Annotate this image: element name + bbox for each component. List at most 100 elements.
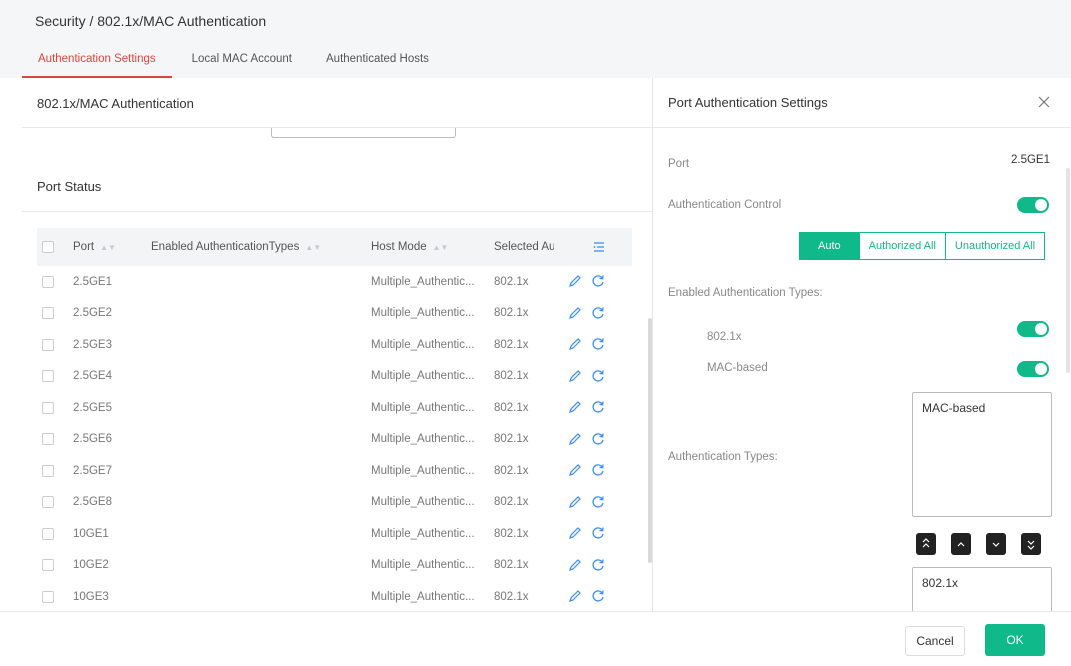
sort-icon: ▲▼ [100,243,116,252]
refresh-icon[interactable] [590,431,606,447]
cell-selected: 802.1x [494,338,529,351]
table-row[interactable]: 10GE2 Multiple_Authentic... 802.1x [37,550,632,582]
row-checkbox[interactable] [42,338,54,351]
select-all-checkbox[interactable] [42,241,54,253]
row-checkbox[interactable] [42,433,54,446]
cell-selected: 802.1x [494,527,529,540]
auth-types-available-list[interactable]: MAC-based [912,392,1052,517]
cell-port: 2.5GE4 [73,370,112,383]
table-row[interactable]: 2.5GE6 Multiple_Authentic... 802.1x [37,424,632,456]
tab-local-mac-account[interactable]: Local MAC Account [172,46,310,78]
list-item[interactable]: 802.1x [922,576,1042,590]
drawer-scrollbar[interactable] [1066,168,1070,373]
port-authentication-drawer: Port Authentication Settings Port 2.5GE1… [652,78,1071,666]
auth-types-label: Authentication Types: [668,451,778,463]
move-up-icon[interactable] [951,533,971,555]
auto-option[interactable]: Auto [799,232,860,260]
table-row[interactable]: 2.5GE3 Multiple_Authentic... 802.1x [37,329,632,361]
footer: Cancel OK [0,611,1071,666]
table-row[interactable]: 2.5GE4 Multiple_Authentic... 802.1x [37,361,632,393]
row-checkbox[interactable] [42,275,54,288]
refresh-icon[interactable] [590,399,606,415]
row-checkbox[interactable] [42,370,54,383]
edit-icon[interactable] [567,525,583,541]
table-row[interactable]: 2.5GE1 Multiple_Authentic... 802.1x [37,266,632,298]
cell-host-mode: Multiple_Authentic... [371,464,475,477]
header-port[interactable]: Port ▲▼ [73,241,116,253]
table-row[interactable]: 2.5GE8 Multiple_Authentic... 802.1x [37,487,632,519]
cell-selected: 802.1x [494,464,529,477]
cell-host-mode: Multiple_Authentic... [371,590,475,603]
cell-port: 2.5GE5 [73,401,112,414]
unauthorized-all-option[interactable]: Unauthorized All [945,232,1046,260]
edit-icon[interactable] [567,431,583,447]
refresh-icon[interactable] [590,588,606,604]
refresh-icon[interactable] [590,305,606,321]
type-8021x-toggle[interactable] [1017,321,1049,337]
edit-icon[interactable] [567,399,583,415]
cell-port: 10GE2 [73,559,109,572]
header-host-mode[interactable]: Host Mode ▲▼ [371,241,471,253]
table-row[interactable]: 2.5GE7 Multiple_Authentic... 802.1x [37,455,632,487]
row-checkbox[interactable] [42,464,54,477]
refresh-icon[interactable] [590,462,606,478]
tab-authenticated-hosts[interactable]: Authenticated Hosts [310,46,445,78]
close-icon[interactable] [1037,95,1051,109]
table-row[interactable]: 10GE1 Multiple_Authentic... 802.1x [37,518,632,550]
cell-selected: 802.1x [494,496,529,509]
edit-icon[interactable] [567,336,583,352]
authorized-all-option[interactable]: Authorized All [859,232,946,260]
auth-control-label: Authentication Control [668,199,782,211]
enabled-types-label: Enabled Authentication Types: [668,287,823,299]
partial-input-field[interactable] [271,128,456,138]
row-checkbox[interactable] [42,527,54,540]
table-row[interactable]: 2.5GE2 Multiple_Authentic... 802.1x [37,298,632,330]
tab-authentication-settings[interactable]: Authentication Settings [22,46,172,78]
cell-selected: 802.1x [494,590,529,603]
cell-port: 10GE1 [73,527,109,540]
table-row[interactable]: 2.5GE5 Multiple_Authentic... 802.1x [37,392,632,424]
cell-host-mode: Multiple_Authentic... [371,307,475,320]
edit-icon[interactable] [567,557,583,573]
edit-icon[interactable] [567,494,583,510]
cancel-button[interactable]: Cancel [905,626,965,656]
move-top-icon[interactable] [916,533,936,555]
table-body: 2.5GE1 Multiple_Authentic... 802.1x 2.5GE2 M… [37,266,632,613]
edit-icon[interactable] [567,368,583,384]
edit-icon[interactable] [567,273,583,289]
type-mac-toggle[interactable] [1017,361,1049,377]
edit-icon[interactable] [567,588,583,604]
edit-icon[interactable] [567,305,583,321]
refresh-icon[interactable] [590,368,606,384]
refresh-icon[interactable] [590,525,606,541]
edit-icon[interactable] [567,462,583,478]
row-checkbox[interactable] [42,401,54,414]
refresh-icon[interactable] [590,494,606,510]
type-8021x-label: 802.1x [707,331,742,343]
cell-host-mode: Multiple_Authentic... [371,338,475,351]
ok-button[interactable]: OK [985,624,1045,656]
header-selected[interactable]: Selected Au [494,241,554,253]
row-checkbox[interactable] [42,590,54,603]
left-panel: 802.1x/MAC Authentication Port Status Po… [22,78,652,666]
refresh-icon[interactable] [590,273,606,289]
cell-selected: 802.1x [494,307,529,320]
table-row[interactable]: 10GE3 Multiple_Authentic... 802.1x [37,581,632,613]
column-settings-icon[interactable] [592,240,606,254]
cell-host-mode: Multiple_Authentic... [371,496,475,509]
refresh-icon[interactable] [590,557,606,573]
row-checkbox[interactable] [42,496,54,509]
sort-icon: ▲▼ [432,243,449,252]
top-bar: Security / 802.1x/MAC Authentication Aut… [0,0,1071,78]
auth-types-selected-list[interactable]: 802.1x [912,567,1052,617]
move-bottom-icon[interactable] [1021,533,1041,555]
row-checkbox[interactable] [42,307,54,320]
cell-selected: 802.1x [494,275,529,288]
list-item[interactable]: MAC-based [922,401,1042,415]
cell-port: 2.5GE3 [73,338,112,351]
row-checkbox[interactable] [42,559,54,572]
header-enabled-types[interactable]: Enabled AuthenticationTypes ▲▼ [151,241,321,253]
refresh-icon[interactable] [590,336,606,352]
move-down-icon[interactable] [986,533,1006,555]
auth-control-toggle[interactable] [1017,197,1049,213]
